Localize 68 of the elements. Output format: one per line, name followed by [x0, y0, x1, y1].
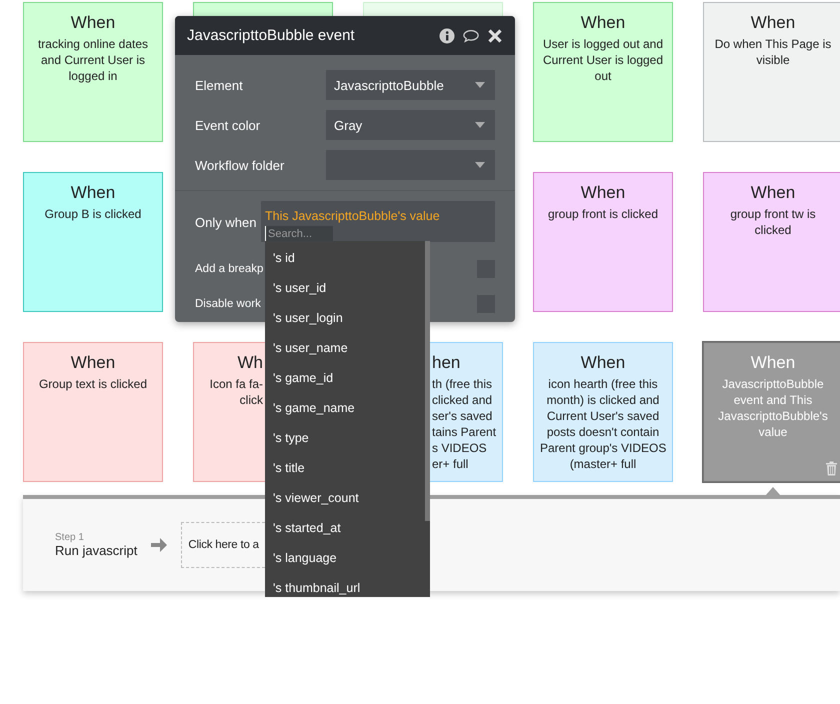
card-title: When: [70, 12, 116, 34]
suggestion-item[interactable]: 's thumbnail_url: [265, 573, 430, 597]
event-card[interactable]: Wh Icon fa fa- click: [193, 342, 265, 482]
scrollbar[interactable]: [425, 241, 430, 521]
event-card[interactable]: When group front is clicked: [533, 172, 673, 312]
event-card[interactable]: When tracking online dates and Current User is logged in: [23, 2, 163, 142]
card-title: When: [580, 182, 626, 204]
condition-field[interactable]: This JavascripttoBubble's value Search...: [261, 201, 495, 242]
card-description: Icon fa fa- click: [208, 376, 263, 408]
suggestion-item[interactable]: 's user_login: [265, 303, 430, 333]
suggestion-item[interactable]: 's user_name: [265, 333, 430, 363]
card-title: hen: [432, 352, 462, 374]
event-card[interactable]: When User is logged out and Current User is logged out: [533, 2, 673, 142]
search-field[interactable]: Search...: [265, 226, 333, 242]
card-title: When: [580, 352, 626, 374]
caret-icon: [475, 162, 485, 168]
suggestion-item[interactable]: 's game_name: [265, 393, 430, 423]
option-label: Add a breakp: [195, 262, 264, 274]
arrow-icon: [151, 538, 168, 552]
dropdown-field[interactable]: Gray: [326, 110, 495, 140]
event-card[interactable]: When group front tw is clicked: [703, 172, 840, 312]
event-card[interactable]: When icon hearth (free this month) is clicked and Current User's saved posts doesn't contain Parent group's VIDEOS (master+ full: [533, 342, 673, 482]
card-description: group front is clicked: [546, 206, 660, 222]
dropdown-field[interactable]: JavascripttoBubble: [326, 70, 495, 100]
suggestion-item[interactable]: 's game_id: [265, 363, 430, 393]
card-description: icon hearth (free this month) is clicked and Current User's saved posts doesn't contain Parent group's VIDEOS (master+ full: [540, 376, 666, 472]
card-description: Group B is clicked: [44, 206, 142, 222]
card-description: Group text is clicked: [38, 376, 148, 392]
card-description: group front tw is clicked: [729, 206, 817, 238]
popup-title: JavascripttoBubble event: [187, 27, 356, 44]
caret-icon: [475, 122, 485, 128]
event-card[interactable]: When Group B is clicked: [23, 172, 163, 312]
card-description: JavascripttoBubble event and This JavascripttoBubble's value: [717, 376, 829, 440]
suggestion-item[interactable]: 's id: [265, 243, 430, 273]
suggestion-item[interactable]: 's title: [265, 453, 430, 483]
card-description: User is logged out and Current User is logged out: [542, 36, 664, 84]
card-description: tracking online dates and Current User is logged in: [36, 36, 150, 84]
close-icon[interactable]: [487, 28, 503, 44]
event-card[interactable]: When Group text is clicked: [23, 342, 163, 482]
caret-icon: [475, 82, 485, 88]
suggestion-item[interactable]: 's type: [265, 423, 430, 453]
card-title: When: [750, 12, 796, 34]
dropdown-field[interactable]: [326, 150, 495, 180]
card-title: When: [580, 12, 626, 34]
event-card[interactable]: When Do when This Page is visible: [703, 2, 840, 142]
comment-icon[interactable]: [463, 28, 479, 44]
card-title: When: [750, 352, 796, 374]
field-label: Workflow folder: [195, 158, 286, 172]
suggestion-item[interactable]: 's started_at: [265, 513, 430, 543]
card-description: Do when This Page is visible: [714, 36, 832, 68]
card-description: th (free this clicked and ser's saved tains Parent s VIDEOS er+ full: [432, 376, 496, 472]
field-label: Only when: [195, 214, 258, 232]
step-action[interactable]: Run javascript: [55, 543, 138, 558]
suggestion-item[interactable]: 's language: [265, 543, 430, 573]
step-number: Step 1: [55, 532, 85, 543]
card-title: When: [70, 352, 116, 374]
trash-icon[interactable]: [825, 461, 838, 476]
suggestion-item[interactable]: 's viewer_count: [265, 483, 430, 513]
card-title: Wh: [236, 352, 263, 374]
card-title: When: [750, 182, 796, 204]
info-icon[interactable]: [439, 28, 455, 44]
condition-expression[interactable]: This JavascripttoBubble's value: [265, 209, 440, 223]
option-label: Disable work: [195, 298, 261, 310]
field-label: Element: [195, 78, 244, 92]
suggestion-item[interactable]: 's user_id: [265, 273, 430, 303]
field-label: Event color: [195, 118, 262, 132]
card-title: When: [70, 182, 116, 204]
event-card[interactable]: hen th (free this clicked and ser's saved tains Parent s VIDEOS er+ full: [430, 342, 503, 482]
